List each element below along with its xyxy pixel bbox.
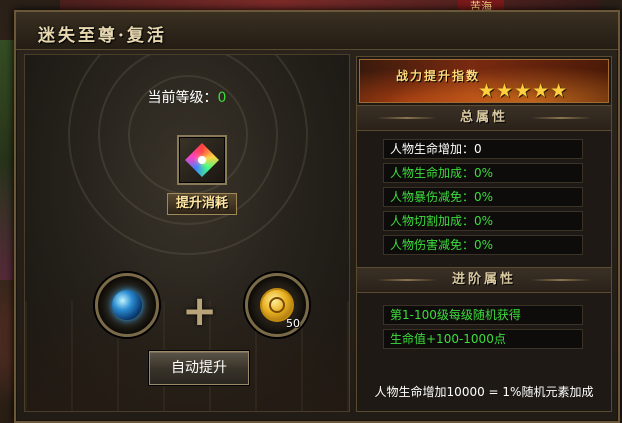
plus-icon: +	[182, 286, 218, 335]
power-index-title: 战力提升指数	[396, 69, 481, 83]
material-count: 50	[286, 317, 300, 330]
material-slot-orb[interactable]	[95, 273, 159, 337]
coin-emblem	[269, 297, 285, 313]
star-rating: ★★★★★	[478, 80, 569, 102]
auto-upgrade-button[interactable]: 自动提升	[149, 351, 249, 385]
advanced-attrs-title: 进阶属性	[451, 272, 516, 287]
attr-row: 人物生命加成：0%	[383, 163, 583, 183]
power-index-banner: 战力提升指数 ★★★★★	[359, 59, 609, 103]
result-item-slot[interactable]	[177, 135, 227, 185]
upgrade-panel: 当前等级：0 提升消耗 + 50 自动提升	[24, 54, 350, 412]
advanced-attr-row: 生命值+100-1000点	[383, 329, 583, 349]
revive-window: 迷失至尊·复活 当前等级：0 提升消耗 + 50 自动提升 战力提升指数 ★★★…	[14, 10, 620, 423]
footer-note: 人物生命增加10000 = 1%随机元素加成	[374, 385, 594, 399]
ornament-right	[531, 117, 591, 119]
gem-glow	[198, 156, 206, 164]
blue-orb-icon	[112, 290, 142, 320]
advanced-attr-row: 第1-100级每级随机获得	[383, 305, 583, 325]
title-bar[interactable]: 迷失至尊·复活	[16, 12, 618, 50]
level-value: 0	[217, 90, 227, 106]
advanced-attrs-header: 进阶属性	[357, 267, 611, 293]
ornament-left	[377, 279, 437, 281]
ornament-right	[531, 279, 591, 281]
attr-row: 人物伤害减免：0%	[383, 235, 583, 255]
attr-row: 人物生命增加：0	[383, 139, 583, 159]
attr-row: 人物切割加成：0%	[383, 211, 583, 231]
level-label: 当前等级：	[147, 90, 218, 106]
attributes-panel: 战力提升指数 ★★★★★ 总属性 人物生命增加：0 人物生命加成：0% 人物暴伤…	[356, 56, 612, 412]
total-attrs-header: 总属性	[357, 105, 611, 131]
attr-row: 人物暴伤减免：0%	[383, 187, 583, 207]
window-title: 迷失至尊·复活	[38, 26, 167, 46]
cost-label: 提升消耗	[167, 193, 237, 215]
ornament-left	[377, 117, 437, 119]
total-attrs-title: 总属性	[459, 110, 508, 125]
material-slot-coin[interactable]: 50	[245, 273, 309, 337]
current-level: 当前等级：0	[25, 87, 349, 107]
hud-left-bar	[0, 40, 14, 280]
